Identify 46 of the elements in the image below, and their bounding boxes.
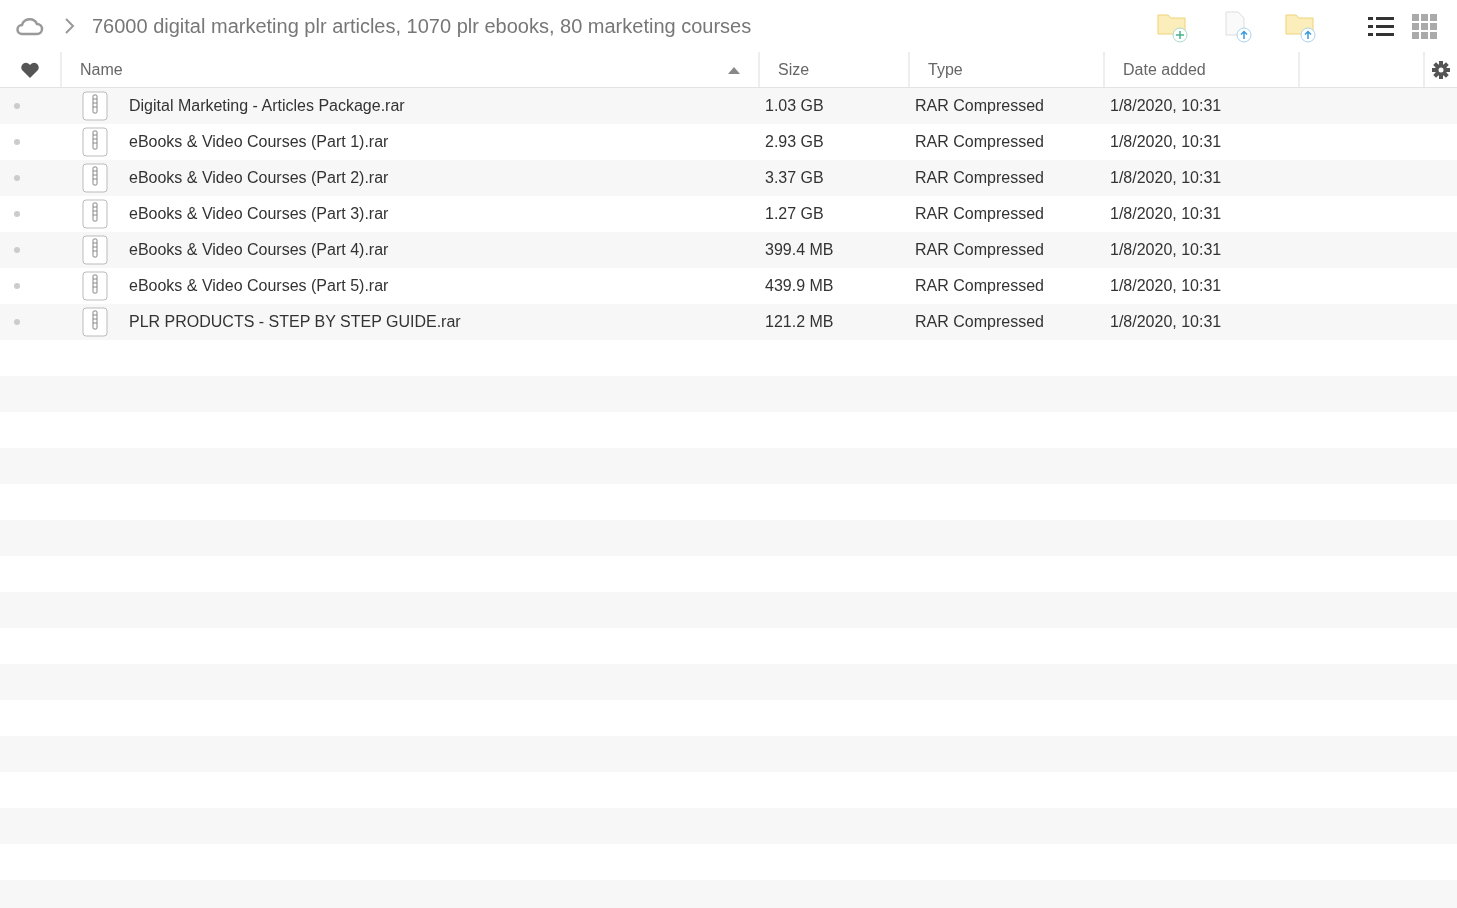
date-added: 1/8/2020, 10:31 [1109,132,1223,152]
cloud-icon[interactable] [14,16,44,36]
file-name: PLR PRODUCTS - STEP BY STEP GUIDE.rar [129,312,461,332]
file-size: 1.03 GB [764,96,825,116]
date-added: 1/8/2020, 10:31 [1109,168,1223,188]
file-row[interactable]: eBooks & Video Courses (Part 2).rar 3.37 GB RAR Compressed 1/8/2020, 10:31 [0,160,1457,196]
file-name: eBooks & Video Courses (Part 3).rar [129,204,389,224]
date-added: 1/8/2020, 10:31 [1109,276,1223,296]
folder-title: 76000 digital marketing plr articles, 1070 plr ebooks, 80 marketing courses [92,14,752,39]
file-size: 121.2 MB [764,312,835,332]
archive-file-icon [82,307,108,337]
file-size: 1.27 GB [764,204,825,224]
file-size: 439.9 MB [764,276,835,296]
archive-file-icon [82,199,108,229]
archive-file-icon [82,163,108,193]
file-size: 399.4 MB [764,240,835,260]
file-type: RAR Compressed [914,240,1045,260]
date-added: 1/8/2020, 10:31 [1109,96,1223,116]
date-added: 1/8/2020, 10:31 [1109,240,1223,260]
archive-file-icon [82,91,108,121]
file-type: RAR Compressed [914,204,1045,224]
file-name: eBooks & Video Courses (Part 5).rar [129,276,389,296]
file-name: eBooks & Video Courses (Part 4).rar [129,240,389,260]
file-name: eBooks & Video Courses (Part 1).rar [129,132,389,152]
grid-view-icon[interactable] [1412,13,1437,39]
date-added: 1/8/2020, 10:31 [1109,204,1223,224]
archive-file-icon [82,271,108,301]
file-row[interactable]: PLR PRODUCTS - STEP BY STEP GUIDE.rar 121.2 MB RAR Compressed 1/8/2020, 10:31 [0,304,1457,340]
file-type: RAR Compressed [914,312,1045,332]
archive-file-icon [82,127,108,157]
heart-icon[interactable] [20,60,40,79]
file-name: Digital Marketing - Articles Package.rar [129,96,405,116]
file-type: RAR Compressed [914,276,1045,296]
file-name: eBooks & Video Courses (Part 2).rar [129,168,389,188]
list-view-icon[interactable] [1368,15,1394,37]
date-added: 1/8/2020, 10:31 [1109,312,1223,332]
file-type: RAR Compressed [914,168,1045,188]
chevron-right-icon [64,17,76,35]
file-type: RAR Compressed [914,132,1045,152]
file-size: 2.93 GB [764,132,825,152]
file-size: 3.37 GB [764,168,825,188]
archive-file-icon [82,235,108,265]
file-row[interactable]: eBooks & Video Courses (Part 4).rar 399.4 MB RAR Compressed 1/8/2020, 10:31 [0,232,1457,268]
file-type: RAR Compressed [914,96,1045,116]
file-row[interactable]: Digital Marketing - Articles Package.rar 1.03 GB RAR Compressed 1/8/2020, 10:31 [0,88,1457,124]
settings-icon[interactable] [1432,60,1450,79]
